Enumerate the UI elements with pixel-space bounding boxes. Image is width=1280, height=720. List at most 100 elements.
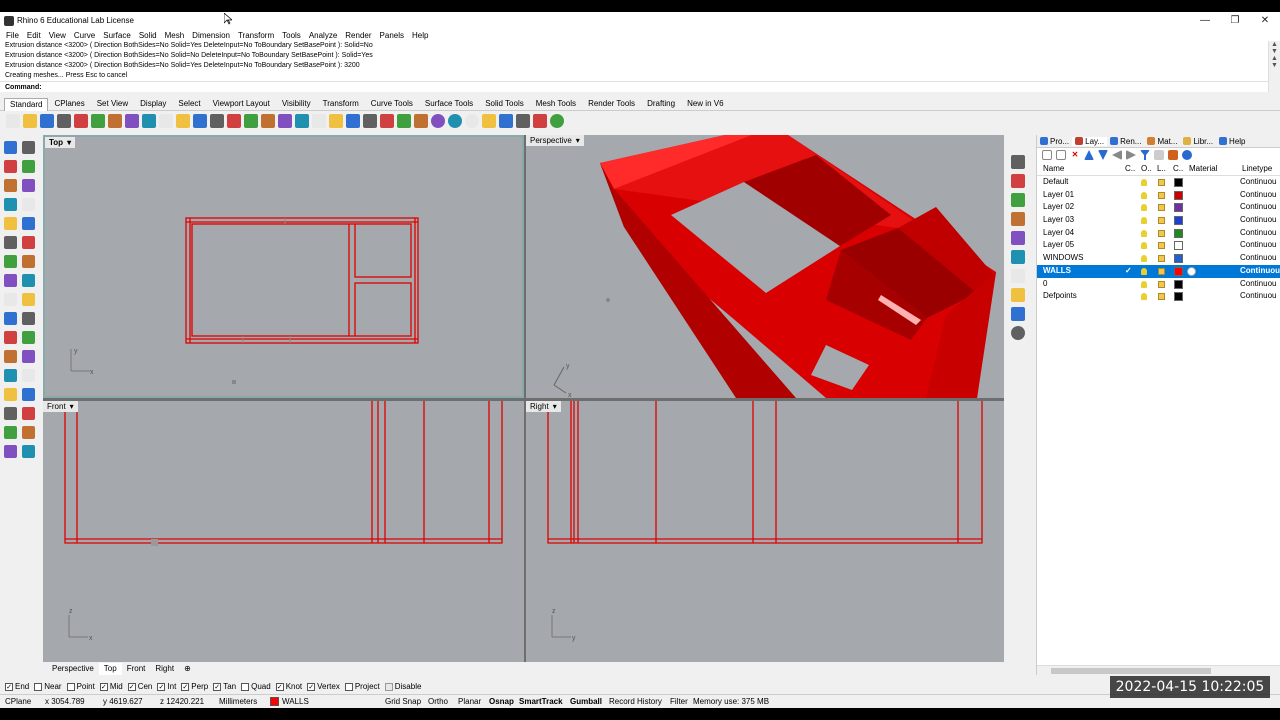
- menu-transform[interactable]: Transform: [238, 31, 274, 40]
- materials-icon[interactable]: [1011, 231, 1025, 245]
- layer-visible-bulb-icon[interactable]: [1141, 293, 1147, 301]
- layer-linetype[interactable]: Continuou: [1240, 227, 1276, 240]
- minimize-button[interactable]: —: [1190, 12, 1220, 29]
- panel-tab-mat[interactable]: Mat...: [1144, 137, 1180, 146]
- osnap-checkbox[interactable]: [66, 682, 75, 691]
- menu-tools[interactable]: Tools: [282, 31, 301, 40]
- new-layer-icon[interactable]: [1042, 150, 1052, 160]
- layer-visible-bulb-icon[interactable]: [1141, 191, 1147, 199]
- move-right-icon[interactable]: [1126, 150, 1136, 160]
- osnap-quad[interactable]: Quad: [241, 682, 271, 691]
- copy-icon[interactable]: [108, 114, 122, 128]
- layer-row[interactable]: WINDOWS Continuou: [1037, 252, 1280, 265]
- layer-color-swatch[interactable]: [1174, 178, 1183, 187]
- trim-icon[interactable]: [4, 426, 17, 439]
- osnap-perp[interactable]: ✓ Perp: [181, 682, 208, 691]
- text-icon[interactable]: [4, 369, 17, 382]
- toolbar-tab-surface-tools[interactable]: Surface Tools: [419, 97, 479, 111]
- mesh-box-icon[interactable]: [22, 312, 35, 325]
- join-icon[interactable]: [22, 388, 35, 401]
- units[interactable]: Millimeters: [219, 697, 257, 706]
- column-lock[interactable]: L..: [1157, 164, 1166, 173]
- add-viewport-tab-icon[interactable]: ⊕: [179, 663, 196, 675]
- menu-surface[interactable]: Surface: [103, 31, 131, 40]
- ortho-toggle[interactable]: Ortho: [428, 697, 448, 706]
- layer-name[interactable]: Layer 04: [1043, 227, 1074, 240]
- column-on[interactable]: O..: [1141, 164, 1152, 173]
- curve-icon[interactable]: [22, 160, 35, 173]
- layer-row[interactable]: Layer 03 Continuou: [1037, 214, 1280, 227]
- osnap-checkbox[interactable]: ✓: [157, 682, 166, 691]
- layer-color-swatch[interactable]: [1174, 228, 1183, 238]
- shaded-icon[interactable]: [448, 114, 462, 128]
- layer-linetype[interactable]: Continuou: [1240, 201, 1276, 214]
- osnap-project[interactable]: Project: [344, 682, 380, 691]
- osnap-checkbox[interactable]: ✓: [181, 682, 190, 691]
- layer-row[interactable]: WALLS ✓ Continuou: [1037, 264, 1280, 278]
- toolbar-tab-viewport-layout[interactable]: Viewport Layout: [207, 97, 276, 111]
- layer-row[interactable]: Default Continuou: [1037, 176, 1280, 189]
- toolbar-tab-transform[interactable]: Transform: [317, 97, 365, 111]
- lights-icon[interactable]: [380, 114, 394, 128]
- layer-unlock-icon[interactable]: [1158, 217, 1165, 225]
- layer-states-icon[interactable]: [1154, 150, 1164, 160]
- osnap-checkbox[interactable]: ✓: [99, 682, 108, 691]
- layer-linetype[interactable]: Continuou: [1240, 214, 1276, 227]
- layer-visible-bulb-icon[interactable]: [1141, 242, 1147, 250]
- check-icon[interactable]: [22, 426, 35, 439]
- history-scrollbar[interactable]: ▲ ▼ ▲ ▼: [1268, 41, 1280, 92]
- layer-row[interactable]: Layer 04 Continuou: [1037, 227, 1280, 240]
- osnap-checkbox[interactable]: ✓: [5, 682, 13, 691]
- osnap-checkbox[interactable]: ✓: [307, 682, 316, 691]
- cube-icon[interactable]: [1011, 212, 1025, 226]
- polyline-icon[interactable]: [4, 160, 17, 173]
- menu-edit[interactable]: Edit: [27, 31, 41, 40]
- layer-row[interactable]: 0 Continuou: [1037, 278, 1280, 291]
- zoom-extents-icon[interactable]: [227, 114, 241, 128]
- toolbar-tab-set-view[interactable]: Set View: [91, 97, 134, 111]
- layer-visible-bulb-icon[interactable]: [1141, 267, 1147, 275]
- osnap-checkbox[interactable]: [344, 682, 353, 691]
- hide-icon[interactable]: [363, 114, 377, 128]
- cut-icon[interactable]: [91, 114, 105, 128]
- panel-horizontal-scrollbar[interactable]: [1037, 665, 1280, 675]
- toolbar-tab-standard[interactable]: Standard: [4, 97, 49, 111]
- layer-unlock-icon[interactable]: [1158, 191, 1165, 199]
- column-name[interactable]: Name: [1043, 164, 1064, 173]
- toolbar-tab-cplanes[interactable]: CPlanes: [48, 97, 90, 111]
- menu-render[interactable]: Render: [345, 31, 371, 40]
- cap-icon[interactable]: [22, 331, 35, 344]
- chevron-down-icon[interactable]: ▾: [70, 402, 74, 411]
- scale-icon[interactable]: [22, 407, 35, 420]
- render-icon[interactable]: [4, 445, 17, 458]
- viewport-tab-perspective[interactable]: Perspective: [47, 663, 99, 675]
- layer-name[interactable]: Layer 01: [1043, 189, 1074, 202]
- material-icon[interactable]: [482, 114, 496, 128]
- osnap-checkbox[interactable]: [34, 682, 43, 691]
- twist-icon[interactable]: [22, 350, 35, 363]
- osnap-near[interactable]: Near: [34, 682, 62, 691]
- osnap-toggle[interactable]: Osnap: [489, 697, 514, 706]
- osnap-tan[interactable]: ✓ Tan: [213, 682, 236, 691]
- viewport-right[interactable]: Right ▾ z y: [526, 401, 1004, 662]
- chevron-down-icon[interactable]: ▾: [553, 402, 557, 411]
- print-icon[interactable]: [57, 114, 71, 128]
- toolbar-tab-drafting[interactable]: Drafting: [641, 97, 681, 111]
- toolbar-tab-solid-tools[interactable]: Solid Tools: [479, 97, 530, 111]
- layers-icon[interactable]: [1011, 155, 1025, 169]
- layer-color-swatch[interactable]: [1174, 216, 1183, 226]
- layer-visible-bulb-icon[interactable]: [1141, 229, 1147, 237]
- osnap-checkbox[interactable]: [241, 682, 250, 691]
- panel-tab-help[interactable]: Help: [1216, 137, 1248, 146]
- menu-mesh[interactable]: Mesh: [165, 31, 185, 40]
- layer-visible-bulb-icon[interactable]: [1141, 217, 1147, 225]
- osnap-checkbox[interactable]: ✓: [127, 682, 136, 691]
- viewport-tab-front[interactable]: Front: [122, 663, 151, 675]
- restore-button[interactable]: ❐: [1220, 12, 1250, 29]
- column-material[interactable]: Material: [1189, 164, 1217, 173]
- viewport-label[interactable]: Top ▾: [45, 137, 76, 148]
- osnap-checkbox[interactable]: ✓: [275, 682, 284, 691]
- layer-visible-bulb-icon[interactable]: [1141, 255, 1147, 263]
- four-views-icon[interactable]: [278, 114, 292, 128]
- toolbar-tab-visibility[interactable]: Visibility: [276, 97, 317, 111]
